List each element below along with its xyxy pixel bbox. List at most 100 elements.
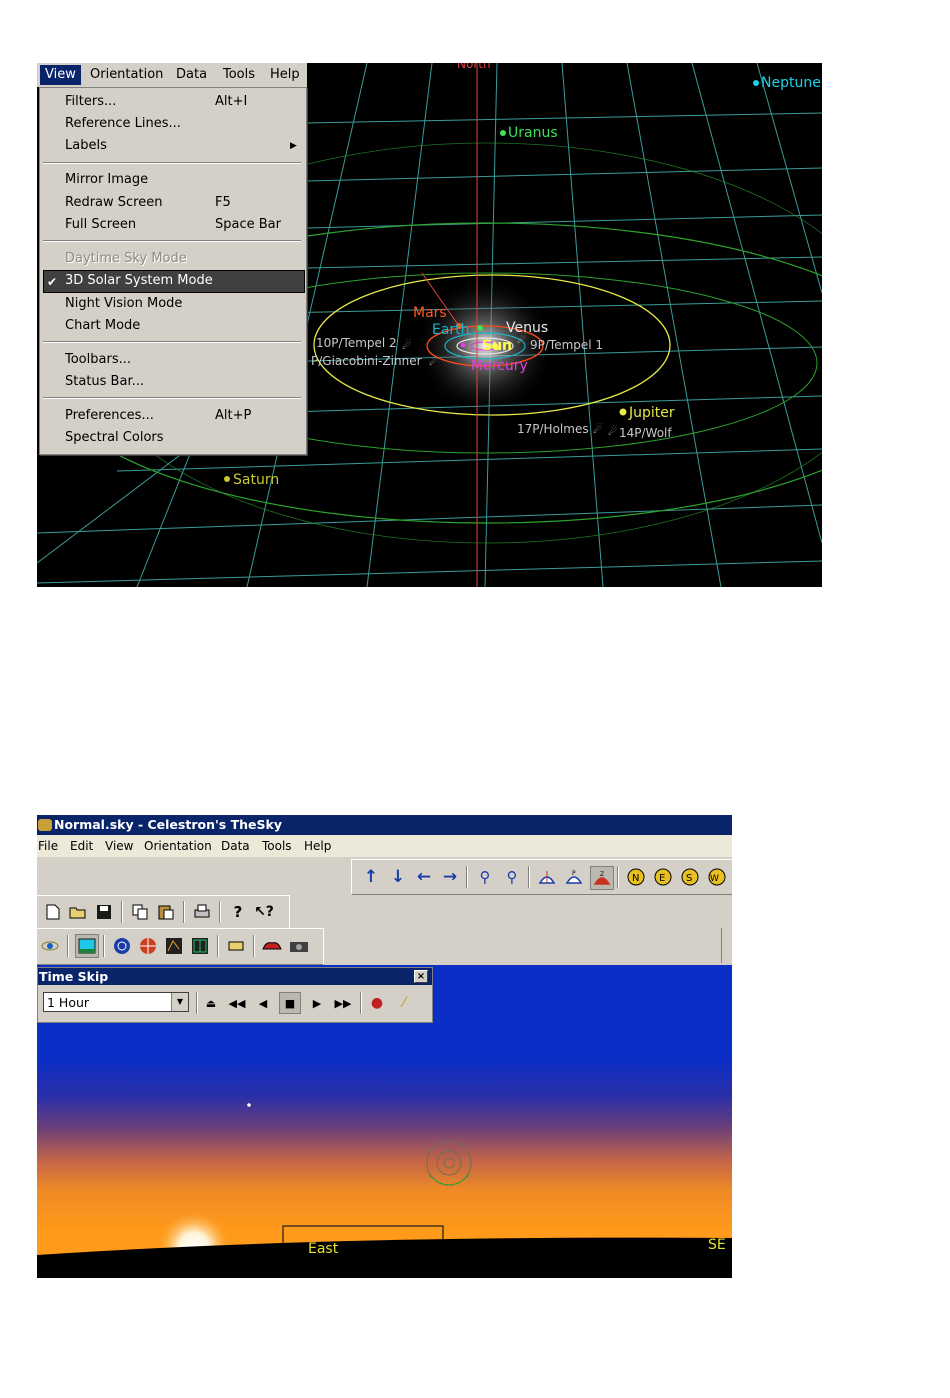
menu-item-night-vision-mode[interactable]: Night Vision Mode	[65, 294, 182, 314]
zoom-in-icon[interactable]: ⚲	[474, 866, 496, 888]
eject-icon[interactable]: ⏏	[200, 992, 222, 1014]
earth-marker[interactable]	[477, 325, 483, 331]
toolbar-separator	[121, 901, 123, 923]
menu-item-filters[interactable]: Filters...	[65, 92, 116, 112]
context-help-icon[interactable]: ↖?	[253, 901, 275, 923]
menu-tools[interactable]: Tools	[223, 67, 255, 82]
horizon-view-icon[interactable]	[536, 866, 558, 888]
arrow-down-icon[interactable]: ↓	[387, 866, 409, 888]
menu-item-3d-solar-system-mode[interactable]: 3D Solar System Mode	[65, 271, 213, 291]
time-interval-select[interactable]: 1 Hour ▼	[43, 992, 189, 1012]
open-folder-icon[interactable]	[67, 901, 89, 923]
menu-data[interactable]: Data	[176, 67, 207, 82]
arrow-up-icon[interactable]: ↑	[360, 866, 382, 888]
print-icon[interactable]	[191, 901, 213, 923]
menu-item-full-screen[interactable]: Full Screen	[65, 215, 136, 235]
time-skip-titlebar[interactable]: Time Skip ×	[38, 968, 432, 985]
arrow-left-icon[interactable]: ←	[413, 866, 435, 888]
wolf-label: 14P/Wolf	[619, 426, 672, 440]
local-horizon-icon[interactable]: Z	[590, 866, 614, 890]
stars-icon[interactable]	[111, 935, 133, 957]
fast-rewind-icon[interactable]: ◀◀	[226, 992, 248, 1014]
fast-forward-icon[interactable]: ▶▶	[332, 992, 354, 1014]
menu-data[interactable]: Data	[221, 839, 250, 853]
mercury-marker[interactable]	[460, 342, 466, 348]
constellation-boundaries-icon[interactable]	[189, 935, 211, 957]
look-south-icon[interactable]: S	[679, 866, 701, 888]
time-interval-value: 1 Hour	[47, 995, 90, 1010]
menu-tools[interactable]: Tools	[262, 839, 292, 853]
new-file-icon[interactable]	[42, 901, 64, 923]
window-title: Normal.sky - Celestron's TheSky	[54, 817, 282, 832]
zenith-view-icon[interactable]: P	[563, 866, 585, 888]
menu-orientation[interactable]: Orientation	[144, 839, 212, 853]
menu-item-status-bar[interactable]: Status Bar...	[65, 372, 144, 392]
comet-icon: ☄	[402, 339, 412, 352]
north-label: North	[457, 63, 491, 71]
zoom-out-icon[interactable]: ⚲	[501, 866, 523, 888]
chevron-down-icon[interactable]: ▼	[171, 993, 188, 1011]
look-west-icon[interactable]: W	[706, 866, 728, 888]
camera-icon[interactable]	[288, 935, 310, 957]
sky-display-icon[interactable]	[75, 934, 99, 958]
standard-toolbar: ? ↖?	[37, 895, 290, 929]
svg-text:N: N	[632, 873, 639, 884]
menu-file[interactable]: File	[38, 839, 58, 853]
save-icon[interactable]	[93, 901, 115, 923]
neptune-marker[interactable]	[753, 80, 759, 86]
menu-view[interactable]: View	[40, 65, 81, 85]
menu-item-mirror-image[interactable]: Mirror Image	[65, 170, 148, 190]
star-marker[interactable]	[247, 1103, 251, 1107]
tempel2-label: 10P/Tempel 2	[316, 336, 397, 350]
wand-icon[interactable]: ⁄	[393, 992, 415, 1014]
menu-separator	[43, 397, 301, 399]
time-skip-panel: Time Skip × 1 Hour ▼ ⏏ ◀◀ ◀ ■ ▶ ▶▶ ● ⁄	[37, 967, 433, 1023]
uranus-marker[interactable]	[500, 130, 506, 136]
constellation-figures-icon[interactable]	[163, 935, 185, 957]
shortcut-full-screen: Space Bar	[215, 217, 281, 232]
menu-item-reference-lines[interactable]: Reference Lines...	[65, 114, 181, 134]
close-icon[interactable]: ×	[414, 970, 428, 983]
menu-item-chart-mode[interactable]: Chart Mode	[65, 316, 140, 336]
menu-separator	[43, 341, 301, 343]
copy-icon[interactable]	[129, 901, 151, 923]
solar-system-icon[interactable]	[39, 935, 61, 957]
menu-help[interactable]: Help	[270, 67, 300, 82]
neptune-label: Neptune	[761, 75, 821, 91]
saturn-label: Saturn	[233, 472, 280, 488]
grid-globe-icon[interactable]	[137, 935, 159, 957]
main-menu-bar: File Edit View Orientation Data Tools He…	[37, 835, 732, 857]
menu-item-toolbars[interactable]: Toolbars...	[65, 350, 131, 370]
look-east-icon[interactable]: E	[652, 866, 674, 888]
look-north-icon[interactable]: N	[625, 866, 647, 888]
menu-item-labels[interactable]: Labels	[65, 136, 107, 156]
app-icon	[38, 819, 52, 831]
help-icon[interactable]: ?	[227, 901, 249, 923]
shortcut-redraw-screen: F5	[215, 195, 231, 210]
saturn-marker[interactable]	[224, 476, 230, 482]
menu-item-preferences[interactable]: Preferences...	[65, 406, 154, 426]
menu-item-daytime-sky-mode: Daytime Sky Mode	[65, 251, 187, 266]
menu-edit[interactable]: Edit	[70, 839, 93, 853]
toolbar-separator	[219, 901, 221, 923]
arrow-right-icon[interactable]: →	[439, 866, 461, 888]
step-forward-icon[interactable]: ▶	[306, 992, 328, 1014]
menu-view[interactable]: View	[105, 839, 133, 853]
venus-label: Venus	[506, 320, 549, 336]
window-titlebar: Normal.sky - Celestron's TheSky	[37, 815, 732, 835]
view-menu-dropdown: Filters... Alt+I Reference Lines... Labe…	[39, 87, 307, 455]
menu-orientation[interactable]: Orientation	[90, 67, 163, 82]
sun-label: Sun	[482, 338, 513, 354]
telescope-icon[interactable]	[225, 935, 247, 957]
menu-item-spectral-colors[interactable]: Spectral Colors	[65, 428, 164, 448]
menu-item-redraw-screen[interactable]: Redraw Screen	[65, 193, 162, 213]
menu-help[interactable]: Help	[304, 839, 331, 853]
night-vision-goggles-icon[interactable]	[261, 935, 283, 957]
record-icon[interactable]: ●	[366, 992, 388, 1014]
toolbar-overflow	[721, 928, 732, 963]
stop-icon[interactable]: ■	[279, 992, 301, 1014]
target-circles	[426, 1140, 472, 1186]
step-back-icon[interactable]: ◀	[252, 992, 274, 1014]
jupiter-marker[interactable]	[619, 408, 627, 416]
paste-icon[interactable]	[155, 901, 177, 923]
